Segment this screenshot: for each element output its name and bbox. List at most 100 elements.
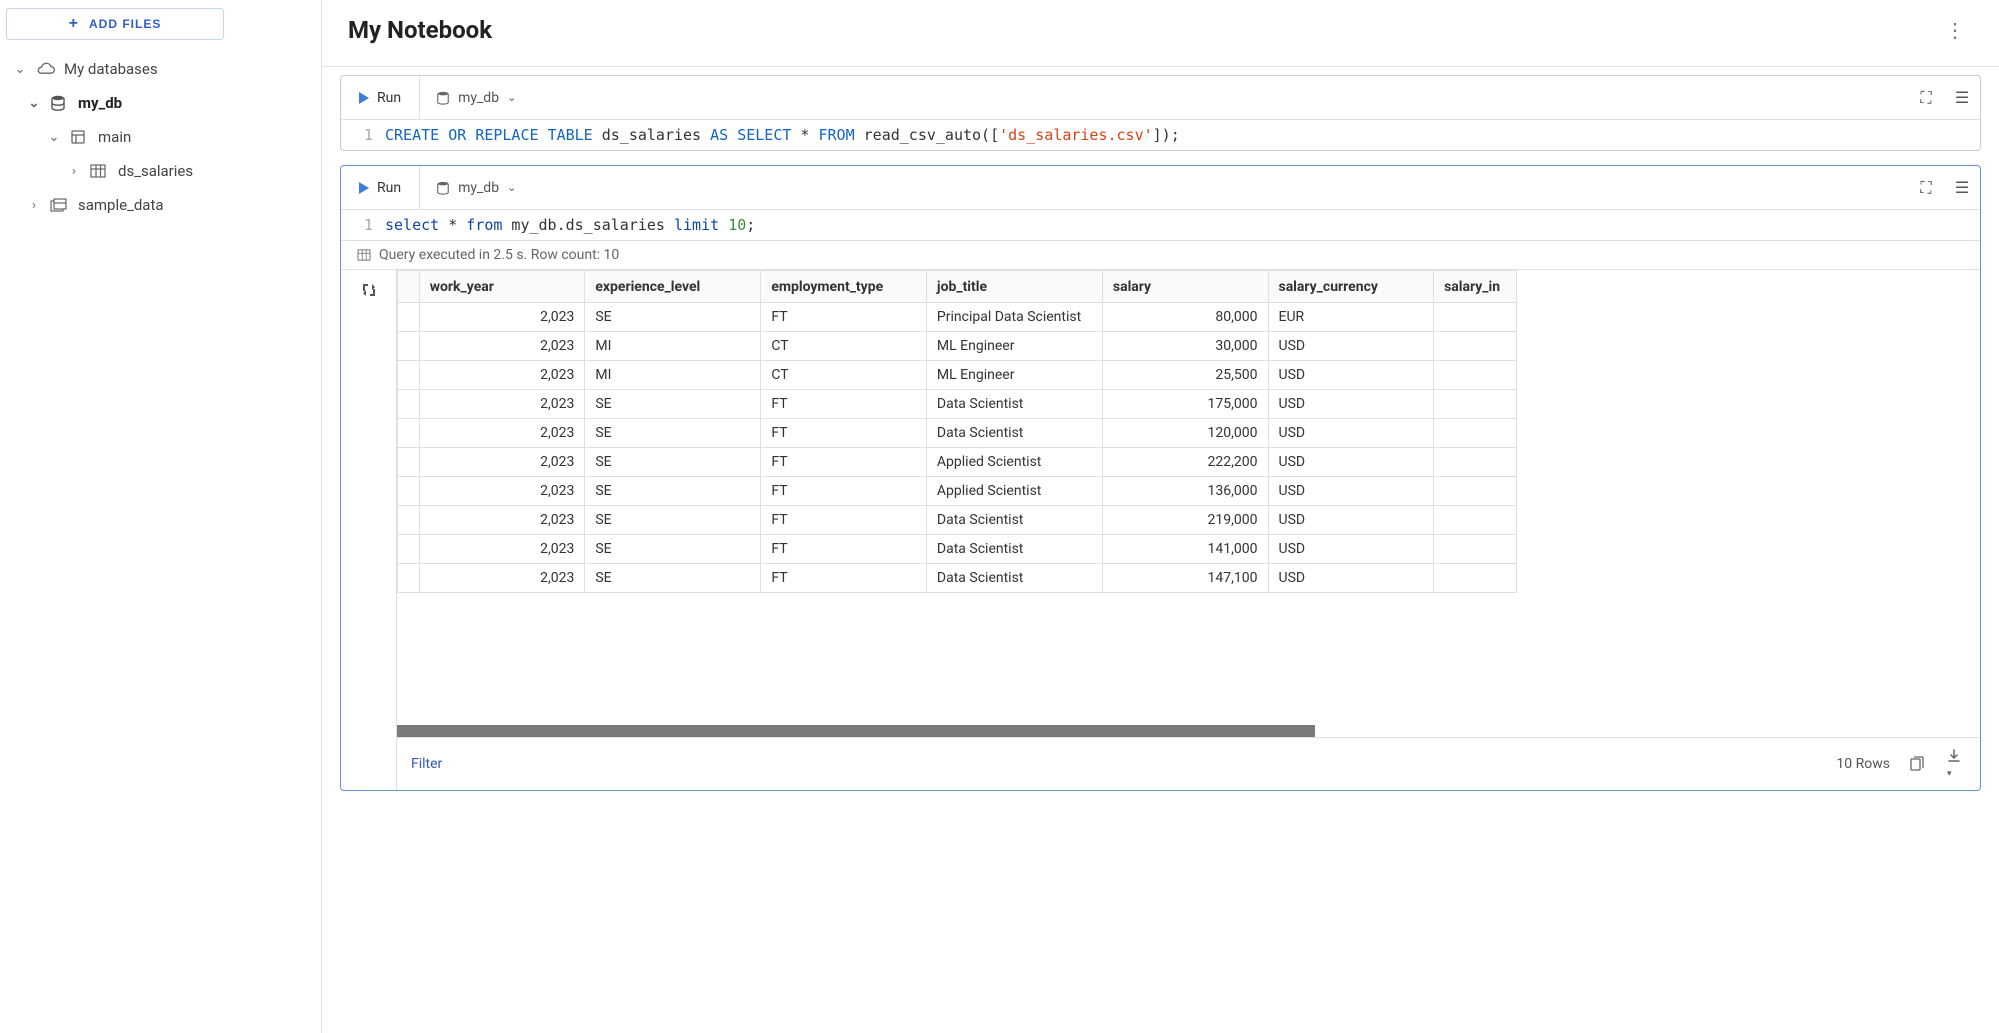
titlebar: My Notebook ⋮: [322, 0, 1999, 67]
table-row[interactable]: 2,023SEFTData Scientist175,000USD: [398, 390, 1517, 419]
tree-node-mydb[interactable]: ⌄ my_db: [4, 86, 317, 120]
table-row[interactable]: 2,023SEFTPrincipal Data Scientist80,000E…: [398, 303, 1517, 332]
row-number-header[interactable]: [398, 271, 420, 303]
cell-salary-currency: USD: [1268, 564, 1434, 593]
result-body: work_year experience_level employment_ty…: [397, 270, 1980, 790]
cell-toolbar: Run my_db ⌄ ⛶ ☰: [341, 76, 1980, 120]
tree-node-main[interactable]: ⌄ main: [4, 120, 317, 154]
cell-menu-icon[interactable]: ☰: [1944, 88, 1980, 107]
sql-cell-1: Run my_db ⌄ ⛶ ☰ 1 CREATE OR REPLACE TABL…: [340, 75, 1981, 151]
cell-salary-currency: USD: [1268, 390, 1434, 419]
result-footer: Filter 10 Rows ▾: [397, 737, 1980, 790]
column-header[interactable]: experience_level: [585, 271, 761, 303]
column-header[interactable]: salary: [1102, 271, 1268, 303]
cell-employment-type: FT: [761, 303, 927, 332]
cell-job-title: ML Engineer: [926, 361, 1102, 390]
horizontal-scrollbar[interactable]: [397, 725, 1980, 737]
schema-icon: [70, 129, 90, 145]
cell-work-year: 2,023: [419, 332, 585, 361]
column-header[interactable]: work_year: [419, 271, 585, 303]
cell-work-year: 2,023: [419, 448, 585, 477]
more-menu-icon[interactable]: ⋮: [1937, 14, 1973, 46]
cell-salary: 120,000: [1102, 419, 1268, 448]
table-row[interactable]: 2,023SEFTData Scientist141,000USD: [398, 535, 1517, 564]
cell-salary-currency: USD: [1268, 332, 1434, 361]
chevron-down-icon: ⌄: [507, 91, 516, 104]
table-icon: [90, 164, 110, 178]
cell-experience-level: SE: [585, 506, 761, 535]
row-number-cell: [398, 419, 420, 448]
plus-icon: +: [69, 15, 79, 33]
database-selector[interactable]: my_db ⌄: [420, 180, 532, 196]
cell-salary-in: [1434, 303, 1517, 332]
add-files-button[interactable]: + ADD FILES: [6, 8, 224, 40]
cell-work-year: 2,023: [419, 361, 585, 390]
column-header[interactable]: employment_type: [761, 271, 927, 303]
cell-job-title: Data Scientist: [926, 564, 1102, 593]
cell-work-year: 2,023: [419, 419, 585, 448]
tree-node-label: ds_salaries: [118, 162, 193, 180]
cell-salary-in: [1434, 535, 1517, 564]
database-tree: ⌄ My databases ⌄ my_db ⌄ main › ds_s: [4, 52, 317, 222]
query-status: Query executed in 2.5 s. Row count: 10: [341, 240, 1980, 269]
tree-node-sample-data[interactable]: › sample_data: [4, 188, 317, 222]
cell-menu-icon[interactable]: ☰: [1944, 178, 1980, 197]
cell-employment-type: FT: [761, 448, 927, 477]
tree-node-ds-salaries[interactable]: › ds_salaries: [4, 154, 317, 188]
sql-editor[interactable]: 1 CREATE OR REPLACE TABLE ds_salaries AS…: [341, 120, 1980, 150]
table-header-row: work_year experience_level employment_ty…: [398, 271, 1517, 303]
chevron-down-icon: ⌄: [12, 62, 28, 77]
notebook-title[interactable]: My Notebook: [348, 16, 492, 44]
expand-icon[interactable]: ⛶: [1908, 178, 1944, 198]
cell-salary-currency: USD: [1268, 477, 1434, 506]
result-sidebar: [341, 270, 397, 790]
tree-root-databases[interactable]: ⌄ My databases: [4, 52, 317, 86]
column-header[interactable]: salary_in: [1434, 271, 1517, 303]
cell-experience-level: SE: [585, 564, 761, 593]
db-name: my_db: [458, 90, 499, 106]
table-row[interactable]: 2,023MICTML Engineer30,000USD: [398, 332, 1517, 361]
chevron-down-icon: ⌄: [26, 96, 42, 111]
table-row[interactable]: 2,023SEFTData Scientist219,000USD: [398, 506, 1517, 535]
run-button[interactable]: Run: [341, 166, 420, 209]
cell-salary-in: [1434, 477, 1517, 506]
table-row[interactable]: 2,023SEFTApplied Scientist136,000USD: [398, 477, 1517, 506]
cell-experience-level: SE: [585, 535, 761, 564]
table-icon: [357, 249, 371, 261]
run-label: Run: [377, 180, 401, 196]
grid-scroll[interactable]: work_year experience_level employment_ty…: [397, 270, 1980, 593]
column-header[interactable]: salary_currency: [1268, 271, 1434, 303]
column-header[interactable]: job_title: [926, 271, 1102, 303]
database-selector[interactable]: my_db ⌄: [420, 90, 532, 106]
cell-salary: 175,000: [1102, 390, 1268, 419]
cell-employment-type: FT: [761, 477, 927, 506]
chevron-right-icon: ›: [66, 164, 82, 179]
table-row[interactable]: 2,023SEFTApplied Scientist222,200USD: [398, 448, 1517, 477]
cell-salary-currency: USD: [1268, 419, 1434, 448]
row-number-cell: [398, 303, 420, 332]
filter-link[interactable]: Filter: [411, 756, 442, 772]
copy-icon[interactable]: [1904, 754, 1928, 774]
sql-editor[interactable]: 1 select * from my_db.ds_salaries limit …: [341, 210, 1980, 240]
cell-salary: 219,000: [1102, 506, 1268, 535]
db-name: my_db: [458, 180, 499, 196]
cell-employment-type: FT: [761, 390, 927, 419]
cell-experience-level: SE: [585, 419, 761, 448]
cell-salary-in: [1434, 506, 1517, 535]
expand-icon[interactable]: ⛶: [1908, 88, 1944, 108]
pivot-icon[interactable]: [359, 280, 379, 790]
result-empty-space: [397, 593, 1980, 723]
cell-job-title: Applied Scientist: [926, 477, 1102, 506]
tree-node-label: sample_data: [78, 196, 164, 214]
cell-experience-level: SE: [585, 303, 761, 332]
line-number: 1: [341, 126, 385, 144]
table-row[interactable]: 2,023SEFTData Scientist120,000USD: [398, 419, 1517, 448]
cell-salary-currency: USD: [1268, 448, 1434, 477]
run-button[interactable]: Run: [341, 76, 420, 119]
cell-job-title: Principal Data Scientist: [926, 303, 1102, 332]
table-row[interactable]: 2,023SEFTData Scientist147,100USD: [398, 564, 1517, 593]
cell-employment-type: FT: [761, 564, 927, 593]
table-row[interactable]: 2,023MICTML Engineer25,500USD: [398, 361, 1517, 390]
download-icon[interactable]: ▾: [1942, 746, 1966, 782]
cell-work-year: 2,023: [419, 506, 585, 535]
